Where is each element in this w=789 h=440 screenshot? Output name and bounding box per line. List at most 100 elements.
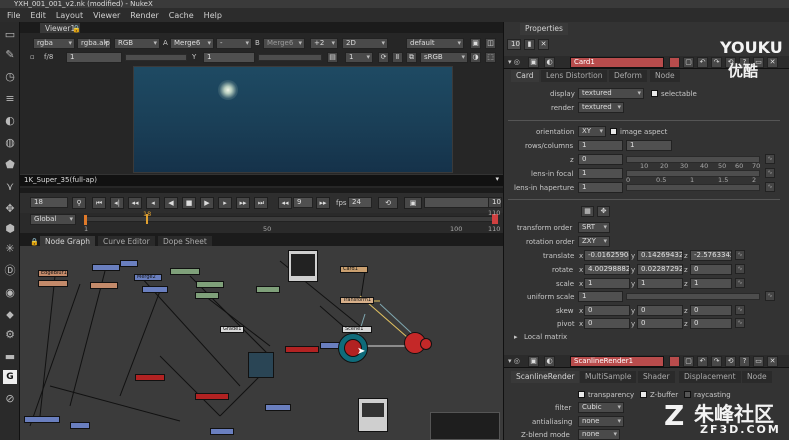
node-merge6-b[interactable] — [420, 338, 432, 350]
selectable-checkbox[interactable] — [651, 90, 658, 97]
lut-select[interactable]: default — [406, 38, 464, 49]
refresh-icon[interactable]: ⟳ — [378, 52, 389, 63]
node-green-b[interactable] — [196, 281, 224, 288]
keyer-icon[interactable]: ⬟ — [3, 158, 17, 172]
translate-x-field[interactable]: -0.01625904 — [584, 250, 630, 261]
scanline-node-icon[interactable]: ▣ — [528, 356, 539, 367]
scanline-color-icon[interactable] — [669, 356, 680, 367]
skew-curve-icon[interactable]: ∿ — [735, 305, 745, 315]
translate-z-field[interactable]: -2.5763342 — [690, 250, 732, 261]
pivot-y-field[interactable]: 0 — [637, 318, 683, 329]
draw-icon[interactable]: ✎ — [3, 48, 17, 62]
gizmo-icon[interactable]: G — [3, 370, 17, 384]
input-process-icon[interactable]: ◑ — [470, 52, 481, 63]
next-frame-icon[interactable]: ▸ — [218, 197, 232, 209]
node-green-a[interactable] — [170, 268, 200, 275]
settings-icon[interactable]: ⊘ — [3, 392, 17, 406]
channel-icon[interactable]: ≡ — [3, 92, 17, 106]
graph-navigator[interactable] — [430, 412, 500, 440]
node-graph-canvas[interactable]: EdgeBlur1 Merge2 Grade1 Card1 Transform1… — [20, 246, 503, 440]
gamma-slider[interactable] — [258, 54, 322, 61]
play-icon[interactable]: ▶ — [200, 197, 214, 209]
node-grade[interactable]: Grade1 — [220, 326, 244, 333]
merge-icon[interactable]: ⋎ — [3, 180, 17, 194]
skew-x-field[interactable]: 0 — [584, 305, 630, 316]
node-red-c[interactable] — [135, 374, 165, 381]
scanline-undo-icon[interactable]: ↶ — [697, 356, 708, 367]
translate-y-field[interactable]: 0.14269432 — [637, 250, 683, 261]
3d-icon[interactable]: ⬢ — [3, 222, 17, 236]
translate-curve-icon[interactable]: ∿ — [735, 250, 745, 260]
z-field[interactable]: 0 — [578, 154, 623, 165]
wipe-icon[interactable]: ◫ — [485, 38, 496, 49]
transform-mode-icon[interactable]: ▦ — [581, 206, 594, 217]
node-green-d[interactable] — [256, 286, 280, 293]
scale-z-field[interactable]: 1 — [690, 278, 732, 289]
node-blue-g[interactable] — [265, 404, 291, 411]
node-blue-h[interactable] — [210, 428, 234, 435]
clip-icon[interactable]: ⧉ — [406, 52, 417, 63]
lens-focal-field[interactable]: 1 — [578, 168, 623, 179]
clear-panels-icon[interactable]: ✕ — [538, 39, 549, 50]
first-frame-icon[interactable]: ⏮ — [92, 197, 106, 209]
card-redo-icon[interactable]: ↷ — [711, 57, 722, 68]
tab-node[interactable]: Node — [650, 70, 680, 82]
rotate-z-field[interactable]: 0 — [690, 264, 732, 275]
graph-lock-icon[interactable]: 🔒 — [30, 238, 39, 246]
compare-select[interactable]: - — [216, 38, 252, 49]
transparency-checkbox[interactable] — [578, 391, 585, 398]
step-back-icon[interactable]: ◂◂ — [128, 197, 142, 209]
rows-field[interactable]: 1 — [578, 140, 623, 151]
scale-curve-icon[interactable]: ∿ — [735, 278, 745, 288]
zblend-select[interactable]: none — [578, 429, 620, 440]
prev-frame-icon[interactable]: ◂ — [146, 197, 160, 209]
timeline-start-marker[interactable] — [84, 215, 87, 225]
panel-lock-icon[interactable]: ▮ — [524, 39, 535, 50]
tab-card[interactable]: Card — [511, 70, 539, 82]
b-input-select[interactable]: Merge6 — [263, 38, 305, 49]
node-blue-c[interactable] — [142, 286, 168, 293]
card-float-icon[interactable]: ▢ — [683, 57, 694, 68]
node-blue-e[interactable] — [24, 416, 60, 423]
columns-field[interactable]: 1 — [626, 140, 672, 151]
flipbook-icon[interactable]: ▣ — [404, 197, 422, 209]
node-blue-f[interactable] — [70, 422, 90, 429]
step-forward-icon[interactable]: ▸▸ — [236, 197, 250, 209]
rotate-curve-icon[interactable]: ∿ — [735, 264, 745, 274]
alpha-select[interactable]: rgba.alp — [77, 38, 111, 49]
deep-icon[interactable]: Ⓓ — [3, 264, 17, 278]
node-read4[interactable] — [248, 352, 274, 378]
scanline-name-field[interactable]: ScanlineRender1 — [570, 356, 664, 367]
filter-icon[interactable]: ◍ — [3, 136, 17, 150]
pivot-curve-icon[interactable]: ∿ — [735, 318, 745, 328]
node-card[interactable]: Card1 — [340, 266, 368, 273]
range-field[interactable] — [424, 197, 490, 208]
pivot-x-field[interactable]: 0 — [584, 318, 630, 329]
scanline-revert-icon[interactable]: ⟲ — [725, 356, 736, 367]
monitor-icon[interactable]: ▤ — [327, 52, 338, 63]
card-node-icon[interactable]: ▣ — [528, 57, 539, 68]
proxy-select[interactable]: 1 — [345, 52, 373, 63]
fps-field[interactable]: 24 — [348, 197, 372, 208]
scanline-panel-menu-icon[interactable]: ▾ ◎ — [508, 356, 520, 366]
picture-icon[interactable]: ▭ — [3, 28, 17, 42]
card-undo-icon[interactable]: ↶ — [697, 57, 708, 68]
node-blue-b[interactable] — [120, 260, 138, 267]
pause-icon[interactable]: Ⅱ — [392, 52, 403, 63]
tab-shader[interactable]: Shader — [638, 371, 675, 383]
lens-haperture-curve-icon[interactable]: ∿ — [765, 182, 775, 192]
tab-lens-distortion[interactable]: Lens Distortion — [541, 70, 608, 82]
a-input-select[interactable]: Merge6 — [170, 38, 214, 49]
play-back-icon[interactable]: ◀ — [164, 197, 178, 209]
node-read3[interactable] — [288, 250, 318, 282]
tab-deform[interactable]: Deform — [609, 70, 647, 82]
tab-properties[interactable]: Properties — [520, 23, 568, 35]
uniform-scale-slider[interactable] — [626, 293, 760, 300]
card-viewer-icon[interactable]: ◐ — [544, 57, 555, 68]
time-icon[interactable]: ◷ — [3, 70, 17, 84]
uniform-scale-field[interactable]: 1 — [578, 291, 623, 302]
node-orange-a[interactable] — [38, 280, 68, 287]
lens-haperture-slider[interactable] — [626, 184, 760, 191]
color-icon[interactable]: ◐ — [3, 114, 17, 128]
stop-icon[interactable]: ■ — [182, 197, 196, 209]
